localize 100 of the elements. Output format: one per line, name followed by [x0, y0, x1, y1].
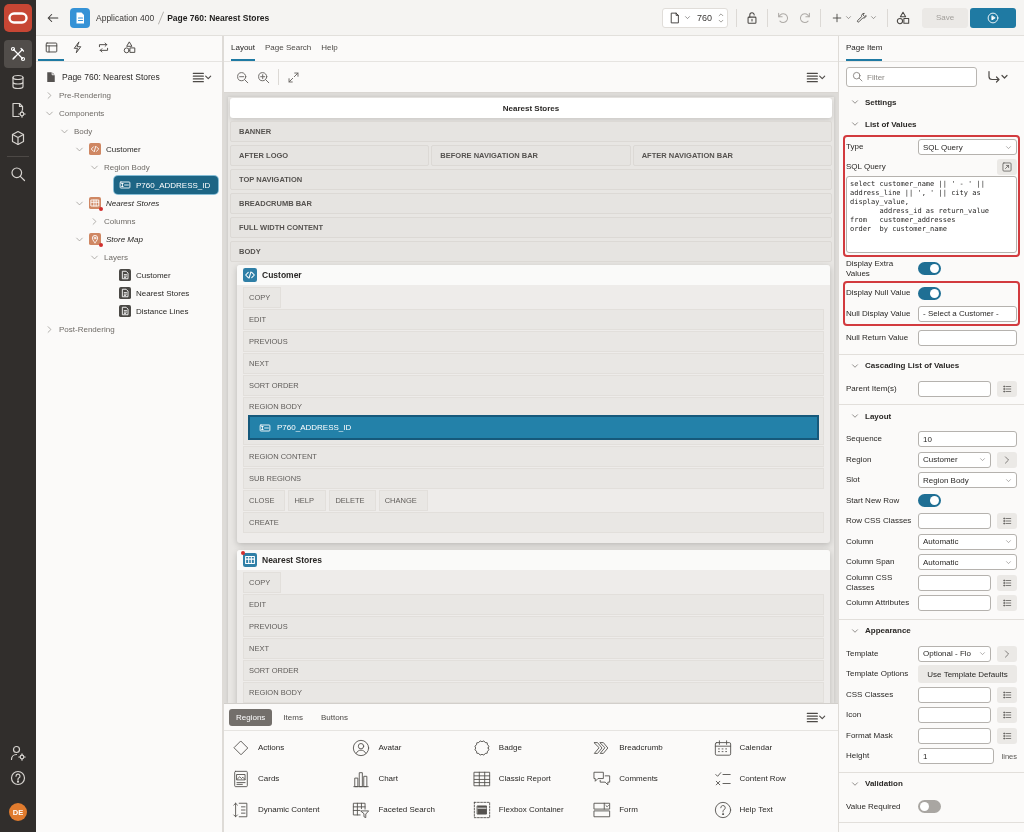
text-field[interactable] — [918, 513, 991, 530]
list-button[interactable] — [997, 686, 1017, 703]
list-button[interactable] — [997, 707, 1017, 724]
section-header[interactable]: List of Values — [839, 113, 1024, 135]
list-button[interactable] — [997, 574, 1017, 591]
code-icon — [243, 268, 257, 282]
spinner-icon[interactable] — [718, 10, 724, 25]
menu-icon[interactable] — [806, 711, 826, 723]
tab[interactable]: Items — [276, 708, 310, 726]
shapes-icon[interactable] — [896, 10, 910, 25]
page-heading: Page 760: Nearest Stores — [167, 12, 270, 23]
turn-arrow-icon[interactable] — [987, 70, 1008, 84]
caret-icon — [845, 14, 852, 21]
text-field[interactable] — [918, 330, 1017, 347]
gallery-item[interactable]: Flexbox Container — [472, 794, 594, 825]
zoom-out-icon[interactable] — [236, 70, 249, 84]
gallery-item[interactable]: Classic Report — [472, 763, 594, 794]
tab[interactable]: Buttons — [313, 708, 356, 726]
gallery-item[interactable]: Avatar — [352, 732, 473, 763]
tree-item[interactable]: Region Body — [104, 158, 150, 176]
tree-item[interactable]: Pre-Rendering — [59, 86, 112, 104]
select-field[interactable]: SQL Query — [918, 139, 1017, 156]
gallery-item[interactable]: Breadcrumb — [593, 732, 714, 763]
text-field-icon — [119, 179, 131, 191]
tree-item[interactable]: Components — [59, 104, 105, 122]
filter-field[interactable]: Filter — [846, 67, 977, 87]
select-field[interactable]: Automatic — [918, 554, 1017, 571]
text-field[interactable] — [918, 595, 991, 612]
tree-item[interactable]: Body — [74, 122, 93, 140]
select-field[interactable]: Automatic — [918, 533, 1017, 550]
tree-item[interactable]: Post-Rendering — [59, 320, 115, 338]
expand-icon[interactable] — [287, 70, 300, 84]
toggle-switch[interactable] — [918, 800, 941, 814]
section-header[interactable]: Appearance — [839, 619, 1024, 642]
text-field[interactable] — [918, 727, 991, 744]
list-button[interactable] — [997, 513, 1017, 530]
tree-item[interactable]: Customer — [119, 266, 171, 284]
tree-item[interactable]: Customer — [89, 140, 141, 158]
tab[interactable]: Layout — [231, 36, 256, 61]
tree-item[interactable]: Nearest Stores — [119, 284, 190, 302]
gallery-item[interactable]: Form — [593, 794, 714, 825]
gallery-item[interactable]: Chart — [352, 763, 473, 794]
gallery-item[interactable]: Cards — [232, 763, 353, 794]
page-item[interactable]: P760_ADDRESS_ID — [248, 415, 819, 440]
text-field[interactable]: - Select a Customer - — [918, 305, 1017, 322]
run-button[interactable] — [970, 7, 1016, 28]
tree-item[interactable]: P760_ADDRESS_ID — [114, 176, 219, 194]
tab[interactable]: Regions — [229, 708, 273, 726]
gallery-item[interactable]: Badge — [472, 732, 594, 763]
lock-icon[interactable] — [745, 10, 759, 25]
tree-item[interactable]: Layers — [104, 248, 128, 266]
page-selector[interactable]: 760 — [662, 7, 728, 28]
section-header[interactable]: Layout — [839, 405, 1024, 427]
text-field[interactable] — [918, 686, 991, 703]
tree-item[interactable]: Distance Lines — [119, 302, 189, 320]
menu-icon[interactable] — [806, 71, 826, 83]
options-button[interactable]: Use Template Defaults — [918, 665, 1017, 684]
section-header[interactable]: Settings — [839, 91, 1024, 113]
avatar-icon — [352, 738, 371, 757]
gallery-item[interactable]: Dynamic Content — [232, 794, 353, 825]
list-button[interactable] — [997, 380, 1017, 397]
text-field[interactable] — [918, 380, 991, 397]
tab[interactable]: Page Item — [846, 36, 883, 61]
menu-icon[interactable] — [192, 71, 212, 83]
cube-icon — [10, 130, 26, 146]
tab[interactable]: Page Search — [265, 36, 312, 61]
text-field[interactable]: 1 — [918, 748, 994, 765]
gallery-item[interactable]: Help Text — [713, 794, 834, 825]
tree-item[interactable]: Store Map — [89, 230, 143, 248]
gallery-item[interactable]: Comments — [593, 763, 714, 794]
select-field[interactable]: Customer — [918, 451, 991, 468]
toggle-switch[interactable] — [918, 262, 941, 276]
text-field[interactable]: 10 — [918, 431, 1017, 448]
gallery-item[interactable]: Faceted Search — [352, 794, 473, 825]
wrench-icon — [856, 11, 868, 24]
select-field[interactable]: Region Body — [918, 472, 1017, 489]
section-header[interactable]: Validation — [839, 772, 1024, 795]
text-field[interactable] — [918, 707, 991, 724]
breadcrumb-link[interactable]: Application 400 — [96, 12, 155, 23]
tab[interactable]: Help — [321, 36, 338, 61]
list-button[interactable] — [997, 595, 1017, 612]
toggle-switch[interactable] — [918, 494, 941, 508]
list-button[interactable] — [997, 727, 1017, 744]
toggle-switch[interactable] — [918, 286, 941, 300]
tree-item[interactable]: Columns — [104, 212, 136, 230]
section-header[interactable]: Cascading List of Values — [839, 354, 1024, 377]
field-label: CSS Classes — [846, 689, 895, 700]
expand-button[interactable] — [997, 158, 1017, 175]
select-field[interactable]: Optional - Flo — [918, 645, 991, 662]
field-label: Row CSS Classes — [846, 516, 913, 527]
logo-icon[interactable] — [4, 4, 32, 32]
caret-icon — [1005, 143, 1012, 151]
zoom-in-icon[interactable] — [257, 70, 270, 84]
gallery-item[interactable]: Actions — [232, 732, 353, 763]
tools-button[interactable] — [4, 40, 32, 68]
gallery-item[interactable]: Calendar — [713, 732, 834, 763]
app-icon[interactable] — [70, 7, 90, 28]
gallery-item[interactable]: Content Row — [713, 763, 834, 794]
text-field[interactable] — [918, 574, 991, 591]
tree-item[interactable]: Nearest Stores — [89, 194, 160, 212]
